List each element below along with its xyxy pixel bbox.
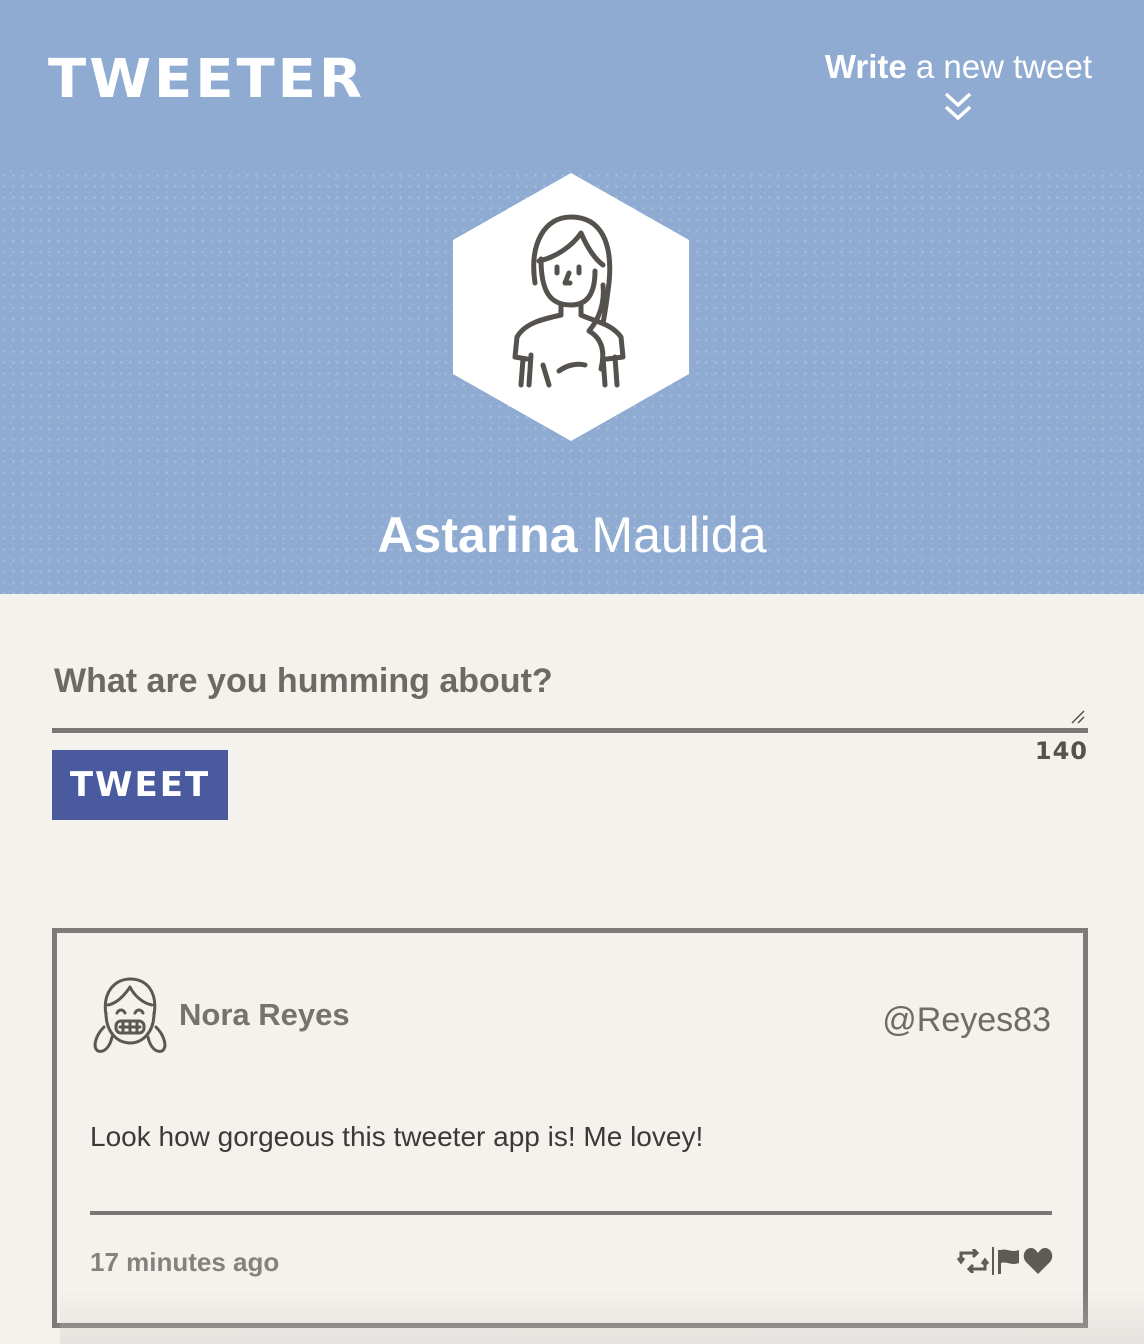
write-new-rest: a new tweet: [906, 48, 1092, 85]
compose-underline: [52, 728, 1088, 733]
profile-first-name: Astarina: [377, 507, 578, 563]
tweet-body-text: Look how gorgeous this tweeter app is! M…: [90, 1121, 704, 1152]
heart-icon[interactable]: [1023, 1247, 1053, 1275]
profile-header: TWEETER Write a new tweet Astarina Mauli…: [0, 0, 1144, 594]
retweet-icon[interactable]: [957, 1249, 989, 1273]
app-logo[interactable]: TWEETER: [48, 53, 365, 106]
tweet-author-name: Nora Reyes: [179, 997, 350, 1032]
profile-name: Astarina Maulida: [0, 510, 1144, 560]
tweet-compose-input[interactable]: [52, 654, 1088, 730]
tweet-author-handle: @Reyes83: [882, 1001, 1051, 1039]
tweet-card: Nora Reyes @Reyes83 Look how gorgeous th…: [52, 928, 1088, 1328]
action-separator: [992, 1247, 994, 1275]
flag-icon[interactable]: [997, 1248, 1021, 1274]
resize-grip-icon[interactable]: [1070, 710, 1086, 724]
write-new-tweet-link[interactable]: Write a new tweet: [825, 50, 1092, 123]
tweet-divider: [90, 1211, 1052, 1215]
tweet-actions: [957, 1243, 1053, 1279]
girl-avatar-icon: [93, 977, 167, 1053]
tweet-timestamp: 17 minutes ago: [90, 1247, 280, 1277]
character-counter: 140: [1034, 737, 1088, 765]
write-new-bold: Write: [824, 48, 907, 85]
tweet-submit-button[interactable]: TWEET: [52, 750, 228, 820]
woman-avatar-icon: [453, 173, 689, 441]
profile-last-name: Maulida: [577, 507, 767, 563]
double-chevron-down-icon[interactable]: [943, 91, 973, 123]
